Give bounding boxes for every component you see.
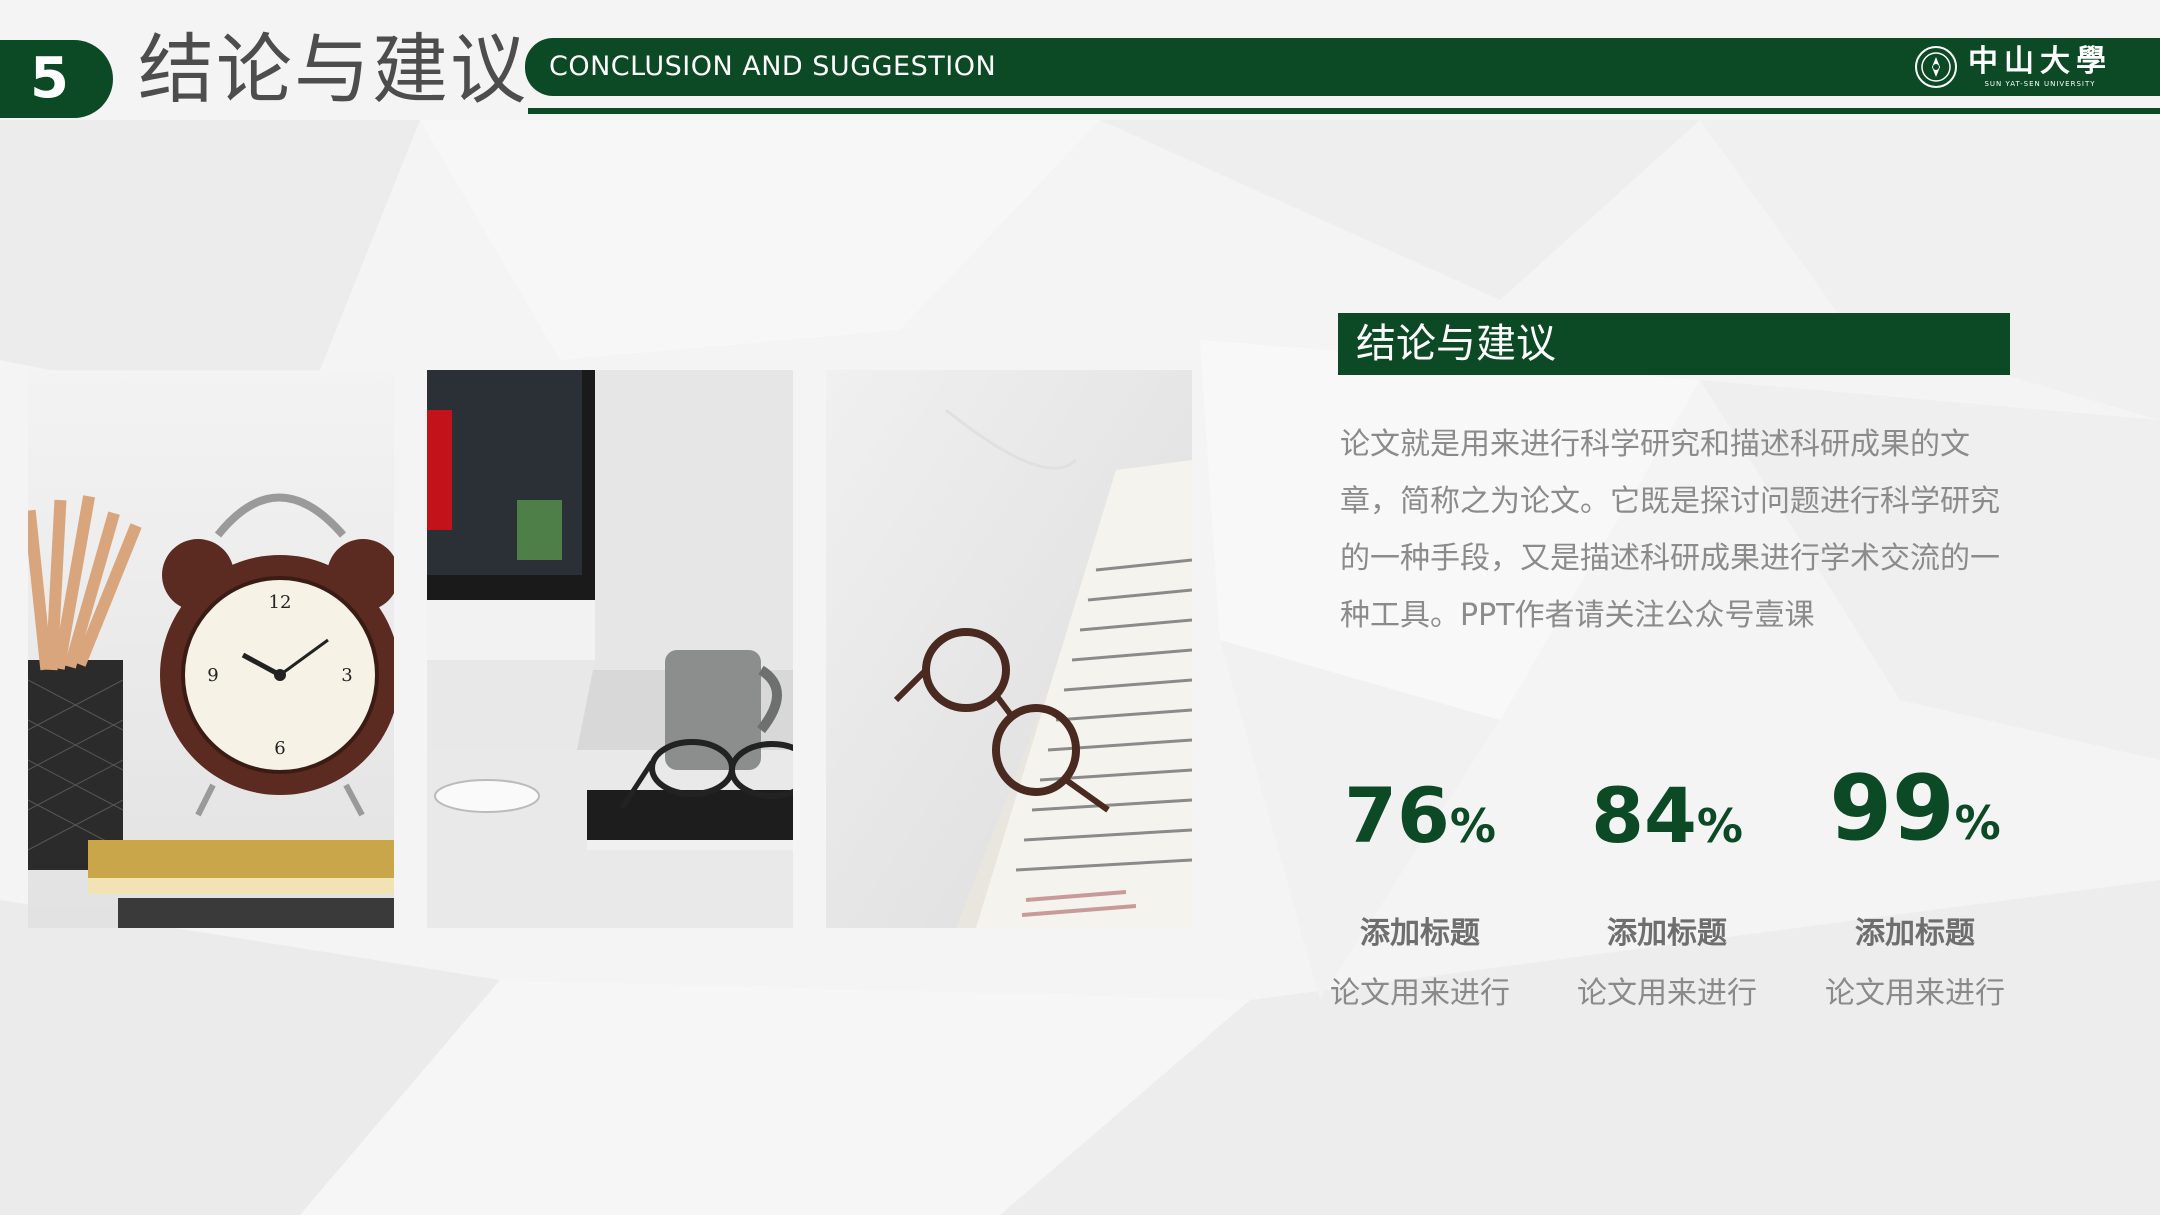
stat-unit: % <box>1696 799 1743 853</box>
svg-text:3: 3 <box>341 665 352 686</box>
alarm-clock-pencils-photo: 12 3 6 9 <box>28 370 394 928</box>
university-emblem-icon <box>1915 46 1957 88</box>
stat-value: 84 <box>1591 771 1697 860</box>
panel-body-text: 论文就是用来进行科学研究和描述科研成果的文章，简称之为论文。它既是探讨问题进行科… <box>1340 427 2000 633</box>
stat-description: 论文用来进行 <box>1330 976 1510 1011</box>
section-title: 结论与建议 <box>138 25 528 114</box>
stat-item: 99% 添加标题 论文用来进行 <box>1795 764 2035 1012</box>
stat-description: 论文用来进行 <box>1577 976 1757 1011</box>
panel-title: 结论与建议 <box>1356 321 1556 367</box>
panel-title-bar: 结论与建议 <box>1338 313 2010 375</box>
section-number: 5 <box>30 46 69 111</box>
svg-text:9: 9 <box>207 665 218 686</box>
stat-item: 84% 添加标题 论文用来进行 <box>1547 778 1787 1012</box>
header-english-title: CONCLUSION AND SUGGESTION <box>549 51 997 82</box>
header-bar: CONCLUSION AND SUGGESTION 中山大學 SUN YAT-S… <box>525 38 2160 96</box>
university-logo: 中山大學 SUN YAT-SEN UNIVERSITY <box>1914 42 2112 92</box>
svg-text:12: 12 <box>269 592 292 613</box>
newspaper-glasses-photo <box>826 370 1192 928</box>
stat-value: 99 <box>1829 756 1955 861</box>
stat-value: 76 <box>1344 771 1450 860</box>
stat-description: 论文用来进行 <box>1825 976 2005 1011</box>
stat-label: 添加标题 <box>1607 916 1727 951</box>
stat-item: 76% 添加标题 论文用来进行 <box>1300 778 1540 1012</box>
stat-label: 添加标题 <box>1360 916 1480 951</box>
header-underline <box>528 108 2160 114</box>
monitor-mug-glasses-photo <box>427 370 793 928</box>
stat-label: 添加标题 <box>1855 916 1975 951</box>
logo-name: 中山大學 <box>1968 43 2112 79</box>
stat-unit: % <box>1954 796 2001 850</box>
section-number-badge: 5 <box>0 40 113 118</box>
logo-subtitle: SUN YAT-SEN UNIVERSITY <box>1984 79 2096 88</box>
svg-text:6: 6 <box>274 738 285 759</box>
stat-unit: % <box>1449 799 1496 853</box>
